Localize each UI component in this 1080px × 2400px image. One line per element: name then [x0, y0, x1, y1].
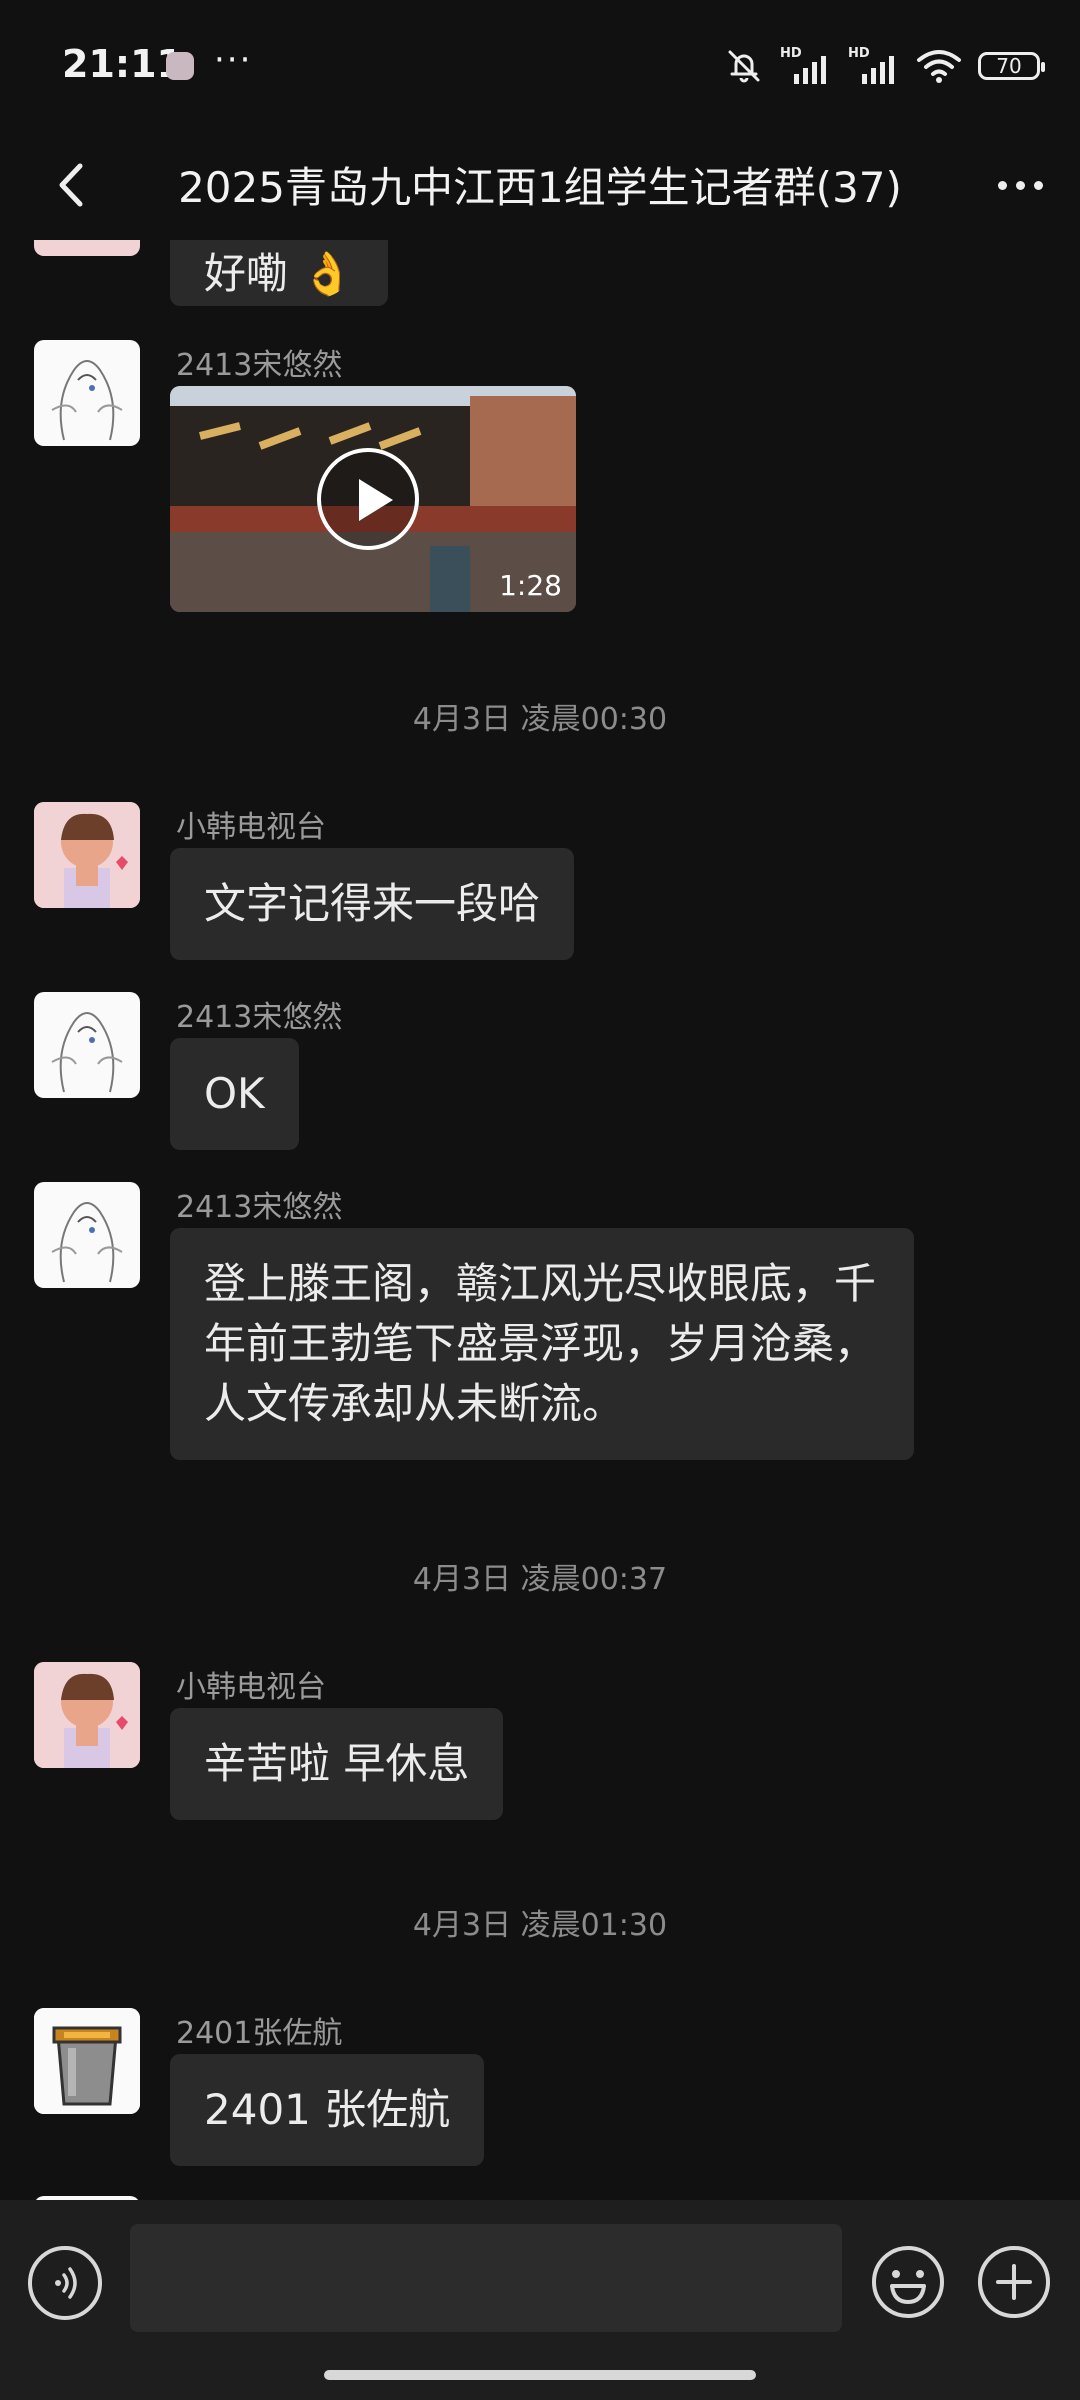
status-more-indicator: ··· — [214, 40, 253, 80]
avatar[interactable] — [34, 340, 140, 446]
play-icon[interactable] — [317, 448, 419, 550]
message-input[interactable] — [130, 2224, 842, 2332]
message-bubble[interactable]: 登上滕王阁，赣江风光尽收眼底，千年前王勃笔下盛景浮现，岁月沧桑，人文传承却从未断… — [170, 1228, 914, 1460]
message-text: 好嘞 👌 — [204, 249, 354, 298]
avatar[interactable] — [34, 1182, 140, 1288]
video-duration: 1:28 — [499, 569, 562, 602]
portrait-avatar-image — [34, 1662, 140, 1768]
more-horizontal-icon — [997, 180, 1007, 190]
avatar[interactable] — [34, 1662, 140, 1768]
emoji-button[interactable] — [870, 2244, 946, 2320]
signal-icon: HD — [780, 46, 832, 86]
portrait-avatar-image — [34, 802, 140, 908]
timestamp: 4月3日 凌晨01:30 — [412, 1908, 668, 1943]
sender-name: 小韩电视台 — [176, 810, 326, 845]
chat-header: 2025青岛九中江西1组学生记者群(37) — [0, 130, 1080, 240]
message-text: 文字记得来一段哈 — [204, 879, 541, 928]
message-text: OK — [204, 1069, 265, 1118]
battery-level: 70 — [996, 54, 1022, 78]
home-indicator[interactable] — [324, 2370, 756, 2380]
status-time: 21:11 — [62, 42, 183, 86]
message-text: 辛苦啦 早休息 — [204, 1739, 470, 1788]
voice-icon — [55, 2267, 77, 2299]
sender-name: 小韩电视台 — [176, 1670, 326, 1705]
timestamp: 4月3日 凌晨00:37 — [412, 1562, 668, 1597]
more-actions-button[interactable] — [976, 2244, 1052, 2320]
voice-input-button[interactable] — [28, 2246, 102, 2320]
plus-icon — [978, 2246, 1050, 2318]
bucket-avatar-image — [34, 2008, 140, 2114]
message-text: 2401 张佐航 — [204, 2085, 451, 2134]
ghost-avatar-image — [51, 1202, 123, 1283]
status-icons: HD HD 70 — [724, 44, 1045, 88]
signal-icon: HD — [848, 46, 900, 86]
avatar[interactable] — [34, 802, 140, 908]
timestamp: 4月3日 凌晨00:30 — [412, 702, 668, 737]
message-bubble[interactable]: OK — [170, 1038, 299, 1150]
battery-icon: 70 — [978, 52, 1045, 80]
avatar[interactable] — [34, 2008, 140, 2114]
message-bubble[interactable]: 2401 张佐航 — [170, 2054, 485, 2166]
message-bubble[interactable]: 辛苦啦 早休息 — [170, 1708, 504, 1820]
more-options-button[interactable] — [980, 150, 1060, 220]
avatar[interactable] — [34, 992, 140, 1098]
message-text: 登上滕王阁，赣江风光尽收眼底，千年前王勃笔下盛景浮现，岁月沧桑，人文传承却从未断… — [204, 1259, 877, 1428]
video-message[interactable]: 1:28 — [170, 386, 576, 612]
chat-message-list[interactable]: 好嘞 👌 2413宋悠然 1:28 4月3日 凌晨00:30 小韩电视台 文字记… — [0, 240, 1080, 2200]
notifications-muted-icon — [728, 50, 760, 83]
wifi-icon — [917, 50, 961, 83]
sender-name: 2401张佐航 — [176, 2016, 343, 2051]
emoji-icon — [872, 2246, 944, 2318]
ghost-avatar-image — [51, 360, 123, 441]
message-bubble[interactable]: 好嘞 👌 — [170, 240, 388, 306]
sender-name: 2413宋悠然 — [176, 1190, 343, 1225]
ghost-avatar-image — [51, 1012, 123, 1093]
chat-title: 2025青岛九中江西1组学生记者群(37) — [178, 163, 902, 212]
app-notification-icon — [166, 52, 194, 80]
sender-name: 2413宋悠然 — [176, 1000, 343, 1035]
avatar[interactable] — [34, 240, 140, 256]
message-bubble[interactable]: 文字记得来一段哈 — [170, 848, 575, 960]
sender-name: 2413宋悠然 — [176, 348, 343, 383]
status-bar: 21:11 ··· HD HD 70 — [0, 0, 1080, 130]
